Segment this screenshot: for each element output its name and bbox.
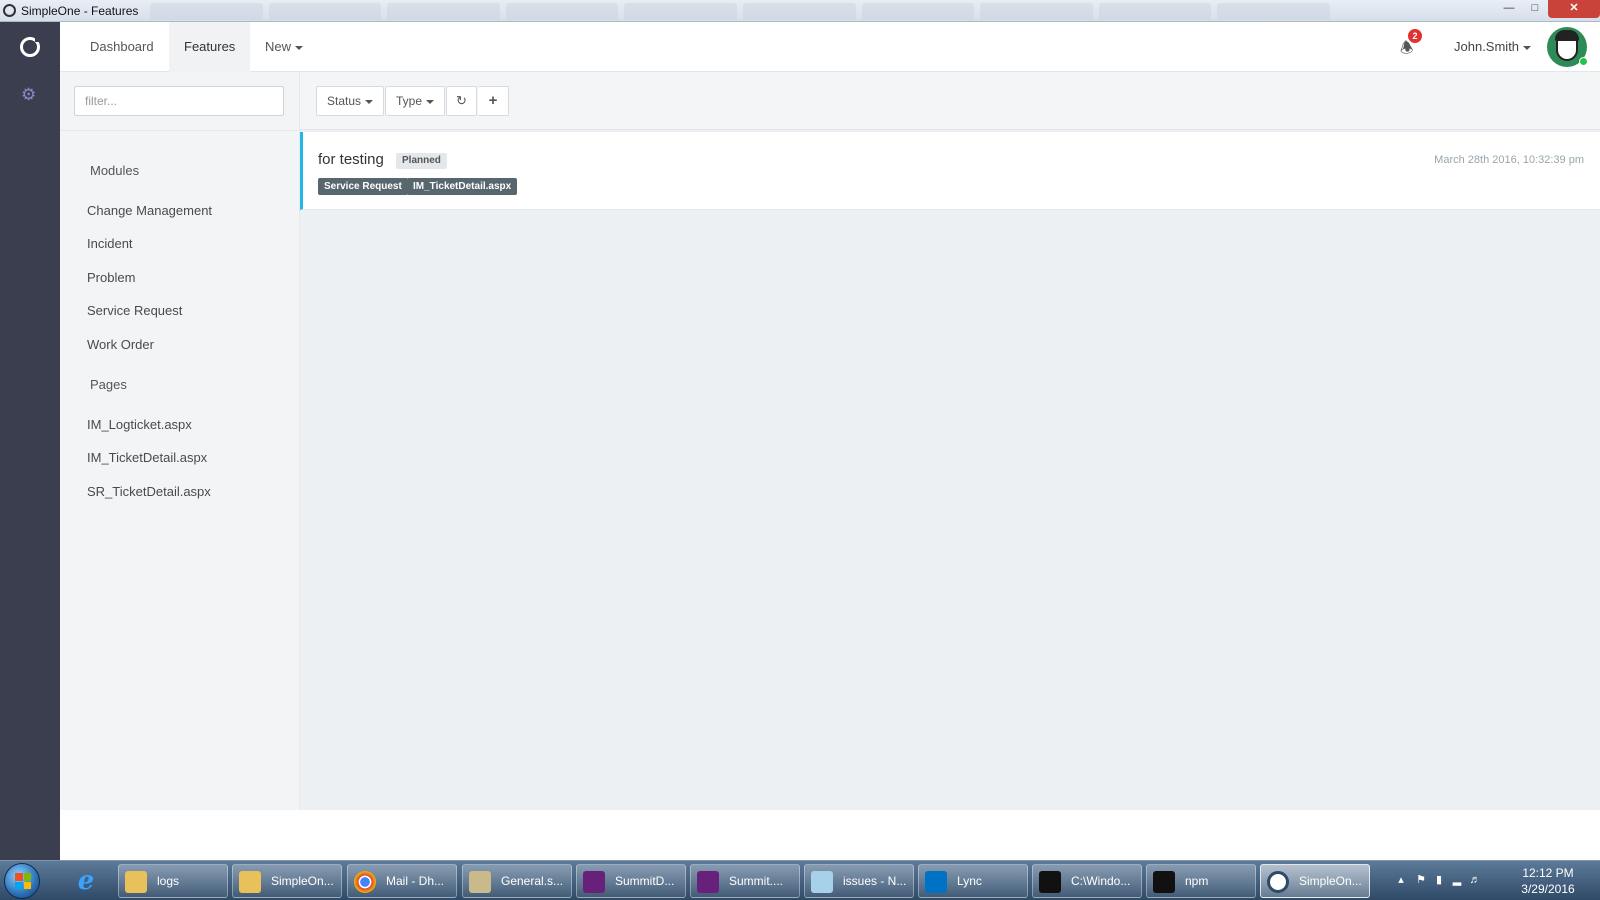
- chevron-down-icon: [365, 99, 374, 104]
- taskbar-item-simpleone-folder[interactable]: SimpleOn...: [232, 864, 342, 898]
- feature-title[interactable]: for testing: [318, 151, 384, 168]
- taskbar-item-label: SummitD...: [615, 874, 675, 888]
- taskbar-item-issues[interactable]: issues - N...: [804, 864, 914, 898]
- taskbar-item-summitd[interactable]: SummitD...: [576, 864, 686, 898]
- toolbar: Status Type ↻ +: [300, 72, 1600, 130]
- plus-icon: +: [488, 92, 498, 109]
- main-content: Status Type ↻ + for testing Planned Serv…: [300, 72, 1600, 810]
- pages-heading: Pages: [90, 377, 127, 392]
- taskbar-item-label: General.s...: [501, 874, 564, 888]
- taskbar-item-label: SimpleOn...: [271, 874, 334, 888]
- chevron-down-icon: [295, 45, 304, 50]
- folder-icon: [239, 871, 261, 893]
- taskbar-item-logs[interactable]: logs: [118, 864, 228, 898]
- app-logo-icon: [1267, 871, 1289, 893]
- sidebar-item-problem[interactable]: Problem: [87, 270, 135, 285]
- tag-badge: IM_TicketDetail.aspx: [407, 178, 518, 195]
- taskbar-item-label: SimpleOn...: [1299, 874, 1362, 888]
- user-name: John.Smith: [1454, 39, 1520, 54]
- gear-icon[interactable]: ⚙: [21, 85, 36, 105]
- filter-input[interactable]: [74, 86, 284, 116]
- sidebar-item-im-logticket[interactable]: IM_Logticket.aspx: [87, 417, 192, 432]
- taskbar-item-label: Mail - Dh...: [386, 874, 445, 888]
- close-button[interactable]: ✕: [1548, 0, 1600, 18]
- window-titlebar: SimpleOne - Features — □ ✕: [0, 0, 1600, 22]
- online-status-dot: [1579, 57, 1588, 66]
- sidebar-item-service-request[interactable]: Service Request: [87, 303, 182, 318]
- list-item[interactable]: for testing Planned Service Request IM_T…: [300, 132, 1600, 210]
- status-filter-button[interactable]: Status: [316, 86, 385, 116]
- taskbar-item-npm[interactable]: npm: [1146, 864, 1256, 898]
- start-button[interactable]: [4, 863, 40, 899]
- status-badge: Planned: [396, 153, 447, 169]
- lync-icon: [925, 871, 947, 893]
- minimize-button[interactable]: —: [1496, 0, 1522, 18]
- nav-new-dropdown[interactable]: New: [250, 22, 318, 72]
- sidebar-item-sr-ticketdetail[interactable]: SR_TicketDetail.aspx: [87, 484, 211, 499]
- taskbar-item-mail[interactable]: Mail - Dh...: [347, 864, 457, 898]
- taskbar-item-general[interactable]: General.s...: [462, 864, 572, 898]
- visual-studio-icon: [697, 871, 719, 893]
- taskbar-item-label: Lync: [957, 874, 982, 888]
- chevron-down-icon: [426, 99, 435, 104]
- window-title: SimpleOne - Features: [21, 4, 139, 18]
- windows-logo-icon: [15, 873, 31, 889]
- taskbar-item-lync[interactable]: Lync: [918, 864, 1028, 898]
- power-icon[interactable]: ▮: [1433, 873, 1445, 887]
- sidebar-item-im-ticketdetail[interactable]: IM_TicketDetail.aspx: [87, 450, 207, 465]
- nav-dashboard[interactable]: Dashboard: [75, 22, 169, 72]
- chevron-up-icon[interactable]: ▴: [1395, 873, 1407, 887]
- folder-icon: [125, 871, 147, 893]
- tools-icon: [469, 871, 491, 893]
- refresh-icon: ↻: [456, 93, 467, 108]
- visual-studio-icon: [583, 871, 605, 893]
- type-filter-button[interactable]: Type: [385, 86, 446, 116]
- volume-icon[interactable]: ♬: [1469, 873, 1481, 887]
- top-navbar: Dashboard Features New 🕭 2 John.Smith: [60, 22, 1600, 72]
- type-filter-label: Type: [396, 94, 423, 108]
- taskbar-item-label: Summit....: [729, 874, 784, 888]
- taskbar-item-summit[interactable]: Summit....: [690, 864, 800, 898]
- nav-new-label: New: [265, 39, 292, 54]
- terminal-icon: [1153, 871, 1175, 893]
- taskbar-item-cmd[interactable]: C:\Windo...: [1032, 864, 1142, 898]
- sidebar-item-work-order[interactable]: Work Order: [87, 337, 154, 352]
- taskbar-item-label: C:\Windo...: [1071, 874, 1131, 888]
- system-tray: ▴ ⚑ ▮ ▂ ♬: [1395, 870, 1490, 892]
- refresh-button[interactable]: ↻: [446, 86, 477, 116]
- background-tabs: [150, 3, 1330, 20]
- taskbar-item-label: logs: [157, 874, 180, 888]
- notepad-icon: [811, 871, 833, 893]
- sidebar: Modules Change Management Incident Probl…: [60, 72, 300, 810]
- sidebar-item-incident[interactable]: Incident: [87, 236, 133, 251]
- taskbar-item-label: issues - N...: [843, 874, 907, 888]
- feature-timestamp: March 28th 2016, 10:32:39 pm: [1434, 154, 1584, 166]
- internet-explorer-icon[interactable]: e: [70, 865, 102, 897]
- user-menu[interactable]: John.Smith: [1454, 22, 1532, 72]
- terminal-icon: [1039, 871, 1061, 893]
- maximize-button[interactable]: □: [1522, 0, 1548, 18]
- divider: [60, 130, 300, 131]
- clock-time: 12:12 PM: [1522, 866, 1574, 880]
- taskbar: e logs SimpleOn... Mail - Dh... General.…: [0, 860, 1600, 900]
- modules-heading: Modules: [90, 163, 140, 178]
- app-logo-icon[interactable]: [20, 36, 41, 57]
- status-filter-label: Status: [327, 94, 362, 108]
- action-center-icon[interactable]: ⚑: [1415, 873, 1427, 887]
- chrome-icon: [354, 871, 376, 893]
- tag-badge: Service Request: [318, 178, 408, 195]
- nav-features[interactable]: Features: [169, 22, 251, 72]
- sidebar-item-change-management[interactable]: Change Management: [87, 203, 212, 218]
- notification-badge: 2: [1408, 29, 1422, 43]
- taskbar-item-simpleone-browser[interactable]: SimpleOn...: [1260, 864, 1370, 898]
- system-clock[interactable]: 12:12 PM 3/29/2016: [1505, 865, 1591, 897]
- taskbar-item-label: npm: [1185, 874, 1209, 888]
- clock-date: 3/29/2016: [1521, 882, 1575, 896]
- network-icon[interactable]: ▂: [1451, 873, 1463, 887]
- add-feature-button[interactable]: +: [478, 86, 509, 116]
- chevron-down-icon: [1523, 45, 1532, 50]
- app-rail: ⚙: [0, 22, 60, 860]
- app-window-icon: [3, 4, 16, 17]
